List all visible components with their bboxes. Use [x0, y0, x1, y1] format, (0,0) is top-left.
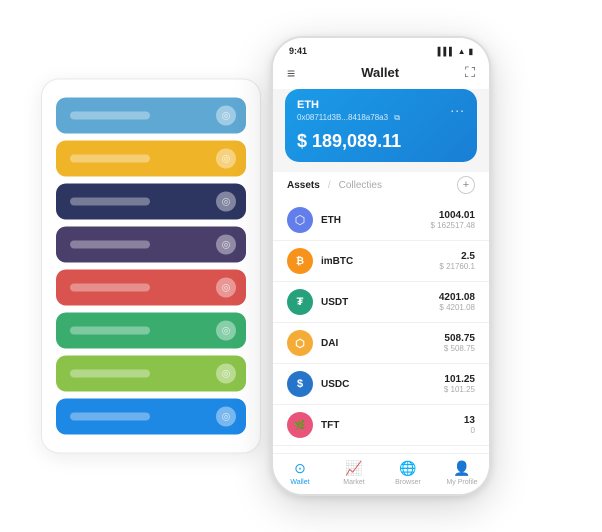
tft-usd: 0 — [464, 426, 475, 435]
card-icon-3: ◎ — [216, 192, 236, 212]
wifi-icon: ▲ — [458, 47, 466, 56]
asset-item-eth[interactable]: ⬡ ETH 1004.01 $ 162517.48 — [273, 200, 489, 241]
nav-item-browser[interactable]: 🌐 Browser — [381, 460, 435, 486]
imbtc-symbol: imBTC — [321, 256, 439, 267]
eth-values: 1004.01 $ 162517.48 — [431, 210, 476, 230]
eth-usd: $ 162517.48 — [431, 221, 476, 230]
wallet-nav-icon: ⊙ — [294, 460, 306, 477]
phone-mockup: 9:41 ▌▌▌ ▲ ▮ ≡ Wallet ⛶ ... ETH 0x08711d… — [271, 36, 491, 496]
dai-values: 508.75 $ 508.75 — [444, 333, 475, 353]
profile-nav-label: My Profile — [446, 479, 477, 486]
asset-list: ⬡ ETH 1004.01 $ 162517.48 ₿ imBTC 2.5 $ … — [273, 200, 489, 453]
nav-item-profile[interactable]: 👤 My Profile — [435, 460, 489, 486]
address-copy-icon[interactable]: ⧉ — [394, 113, 400, 122]
imbtc-icon: ₿ — [287, 248, 313, 274]
card-icon-7: ◎ — [216, 364, 236, 384]
wallet-nav-label: Wallet — [290, 479, 309, 486]
usdc-amount: 101.25 — [444, 374, 475, 385]
card-line-3 — [70, 198, 150, 206]
usdt-symbol: USDT — [321, 297, 439, 308]
card-icon-8: ◎ — [216, 407, 236, 427]
phone-screen: 9:41 ▌▌▌ ▲ ▮ ≡ Wallet ⛶ ... ETH 0x08711d… — [273, 38, 489, 494]
status-icons: ▌▌▌ ▲ ▮ — [438, 47, 473, 56]
eth-card-balance: $ 189,089.11 — [297, 131, 465, 152]
stack-card-8: ◎ — [56, 399, 246, 435]
imbtc-amount: 2.5 — [439, 251, 475, 262]
asset-item-usdc[interactable]: $ USDC 101.25 $ 101.25 — [273, 364, 489, 405]
menu-icon[interactable]: ≡ — [287, 65, 295, 81]
tft-amount: 13 — [464, 415, 475, 426]
eth-card[interactable]: ... ETH 0x08711d3B...8418a78a3 ⧉ $ 189,0… — [285, 89, 477, 162]
card-line-2 — [70, 155, 150, 163]
card-line — [70, 112, 150, 120]
eth-card-address: 0x08711d3B...8418a78a3 ⧉ — [297, 113, 465, 123]
stack-card-7: ◎ — [56, 356, 246, 392]
card-line-4 — [70, 241, 150, 249]
card-icon-4: ◎ — [216, 235, 236, 255]
stack-card-1: ◎ — [56, 98, 246, 134]
dai-symbol: DAI — [321, 338, 444, 349]
stack-card-3: ◎ — [56, 184, 246, 220]
usdt-values: 4201.08 $ 4201.08 — [439, 292, 475, 312]
card-icon-2: ◎ — [216, 149, 236, 169]
page-title: Wallet — [361, 65, 399, 80]
market-nav-label: Market — [343, 479, 364, 486]
eth-amount: 1004.01 — [431, 210, 476, 221]
scene: ◎ ◎ ◎ ◎ ◎ ◎ ◎ ◎ — [11, 11, 591, 521]
imbtc-values: 2.5 $ 21760.1 — [439, 251, 475, 271]
card-icon-5: ◎ — [216, 278, 236, 298]
usdc-usd: $ 101.25 — [444, 385, 475, 394]
usdc-symbol: USDC — [321, 379, 444, 390]
tft-symbol: TFT — [321, 420, 464, 431]
usdt-amount: 4201.08 — [439, 292, 475, 303]
stack-card-2: ◎ — [56, 141, 246, 177]
imbtc-usd: $ 21760.1 — [439, 262, 475, 271]
browser-nav-label: Browser — [395, 479, 421, 486]
assets-header: Assets / Collecties + — [273, 172, 489, 200]
eth-icon: ⬡ — [287, 207, 313, 233]
card-stack: ◎ ◎ ◎ ◎ ◎ ◎ ◎ ◎ — [41, 79, 261, 454]
stack-card-6: ◎ — [56, 313, 246, 349]
battery-icon: ▮ — [469, 47, 473, 56]
tft-values: 13 0 — [464, 415, 475, 435]
card-icon-1: ◎ — [216, 106, 236, 126]
market-nav-icon: 📈 — [345, 460, 362, 477]
card-line-5 — [70, 284, 150, 292]
tab-collecties[interactable]: Collecties — [339, 180, 382, 191]
signal-icon: ▌▌▌ — [438, 47, 455, 56]
asset-item-dai[interactable]: ⬡ DAI 508.75 $ 508.75 — [273, 323, 489, 364]
asset-item-tft[interactable]: 🌿 TFT 13 0 — [273, 405, 489, 446]
dai-icon: ⬡ — [287, 330, 313, 356]
usdt-icon: ₮ — [287, 289, 313, 315]
assets-tabs: Assets / Collecties — [287, 180, 382, 191]
asset-item-usdt[interactable]: ₮ USDT 4201.08 $ 4201.08 — [273, 282, 489, 323]
asset-item-imbtc[interactable]: ₿ imBTC 2.5 $ 21760.1 — [273, 241, 489, 282]
stack-card-4: ◎ — [56, 227, 246, 263]
tab-assets[interactable]: Assets — [287, 180, 320, 191]
usdc-values: 101.25 $ 101.25 — [444, 374, 475, 394]
card-line-8 — [70, 413, 150, 421]
tab-separator: / — [328, 180, 331, 191]
browser-nav-icon: 🌐 — [399, 460, 416, 477]
expand-icon[interactable]: ⛶ — [465, 64, 475, 81]
card-line-7 — [70, 370, 150, 378]
dai-amount: 508.75 — [444, 333, 475, 344]
status-bar: 9:41 ▌▌▌ ▲ ▮ — [273, 38, 489, 60]
usdc-icon: $ — [287, 371, 313, 397]
eth-card-symbol: ETH — [297, 99, 465, 111]
nav-item-wallet[interactable]: ⊙ Wallet — [273, 460, 327, 486]
status-time: 9:41 — [289, 46, 307, 56]
app-header: ≡ Wallet ⛶ — [273, 60, 489, 89]
usdt-usd: $ 4201.08 — [439, 303, 475, 312]
dai-usd: $ 508.75 — [444, 344, 475, 353]
bottom-nav: ⊙ Wallet 📈 Market 🌐 Browser 👤 My Profile — [273, 453, 489, 494]
eth-symbol: ETH — [321, 215, 431, 226]
profile-nav-icon: 👤 — [453, 460, 470, 477]
stack-card-5: ◎ — [56, 270, 246, 306]
tft-icon: 🌿 — [287, 412, 313, 438]
add-asset-button[interactable]: + — [457, 176, 475, 194]
card-icon-6: ◎ — [216, 321, 236, 341]
card-line-6 — [70, 327, 150, 335]
nav-item-market[interactable]: 📈 Market — [327, 460, 381, 486]
